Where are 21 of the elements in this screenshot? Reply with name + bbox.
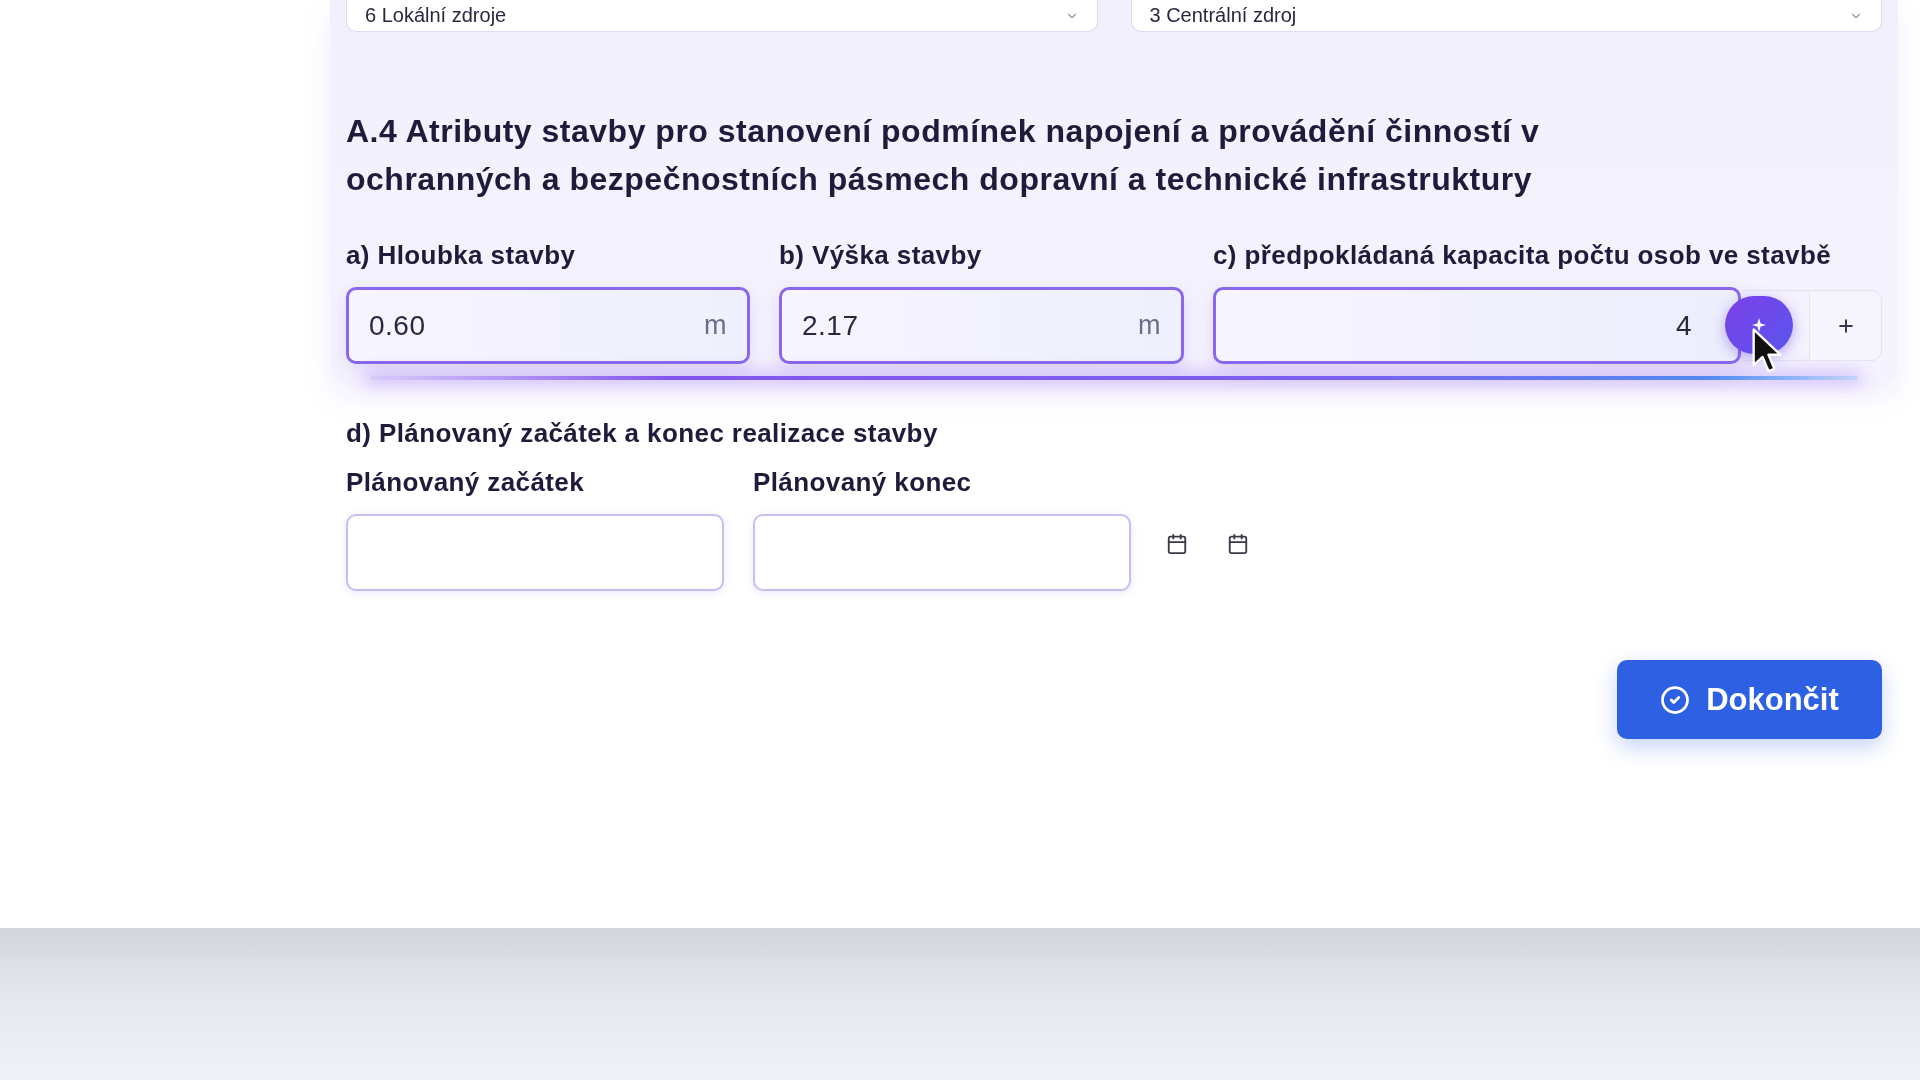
unit-label: m	[704, 310, 727, 341]
field-label: c) předpokládaná kapacita počtu osob ve stavbě	[1213, 240, 1833, 270]
date-input[interactable]	[753, 514, 1131, 591]
calendar-icon[interactable]	[1166, 533, 1188, 555]
unit-label: m	[1138, 310, 1161, 341]
date-label: Plánovaný začátek	[346, 467, 586, 497]
check-circle-icon	[1660, 684, 1691, 715]
field-label: d) Plánovaný začátek a konec realizace stavby	[346, 418, 939, 448]
number-field[interactable]: 2.17 m	[779, 287, 1184, 364]
field-label: a) Hloubka stavby	[346, 240, 577, 270]
field-label: b) Výška stavby	[779, 240, 983, 270]
date-input[interactable]	[346, 514, 724, 591]
calendar-icon[interactable]	[1227, 533, 1249, 555]
select-field[interactable]: 3 Centrální zdroj	[1130, 0, 1882, 32]
select-field[interactable]: 6 Lokální zdroje	[346, 0, 1098, 32]
number-field[interactable]: 0.60 m	[346, 287, 750, 364]
section-heading: A.4 Atributy stavby pro stanovení podmínek napojení a provádění činností v ochranných a bezpečnostních pásmech dopravní a technické infrastruktury	[346, 112, 1541, 199]
date-label: Plánovaný konec	[753, 467, 973, 497]
cursor-icon	[1752, 328, 1782, 374]
finish-button[interactable]: Dokončit	[1617, 660, 1882, 739]
number-field[interactable]: 4	[1213, 287, 1741, 364]
